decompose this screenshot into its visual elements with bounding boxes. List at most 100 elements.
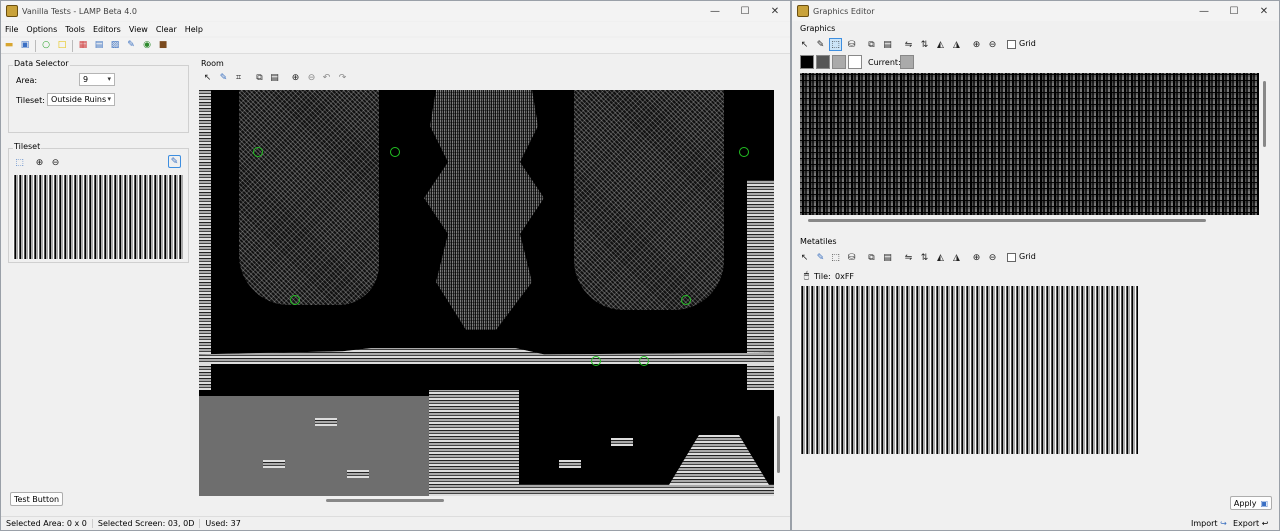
fill-bucket-icon[interactable]: ⛁: [845, 38, 858, 51]
menu-tools[interactable]: Tools: [61, 25, 89, 34]
paste-icon[interactable]: ▤: [881, 38, 894, 51]
zoom-in-icon[interactable]: ⊕: [289, 71, 302, 84]
fill-bucket-icon[interactable]: ⛁: [845, 251, 858, 264]
menu-clear[interactable]: Clear: [152, 25, 181, 34]
copy-icon[interactable]: ⧉: [253, 71, 266, 84]
pencil-icon[interactable]: ✎: [814, 38, 827, 51]
status-selected-area: Selected Area: 0 x 0: [1, 519, 93, 528]
zoom-out-icon[interactable]: ⊖: [986, 38, 999, 51]
rotate-right-icon[interactable]: ◮: [950, 251, 963, 264]
grid-checkbox[interactable]: [1007, 40, 1016, 49]
pencil-icon[interactable]: ✎: [217, 71, 230, 84]
status-selected-screen: Selected Screen: 03, 0D: [93, 519, 201, 528]
open-folder-icon[interactable]: ▬: [3, 40, 15, 52]
rotate-left-icon[interactable]: ◭: [934, 251, 947, 264]
tileset-preview[interactable]: [13, 175, 183, 259]
menu-editors[interactable]: Editors: [89, 25, 125, 34]
paint-icon[interactable]: ✎: [125, 40, 137, 52]
room-canvas[interactable]: [199, 90, 774, 496]
enemy-spawn-marker[interactable]: [253, 147, 263, 157]
graphics-sheet-canvas[interactable]: [800, 73, 1259, 215]
room-scrollbar-vertical[interactable]: [777, 416, 780, 473]
main-toolbar: ▬ ▣ ○ □ ▦ ▤ ▨ ✎ ◉ ■: [1, 38, 790, 54]
select-region-icon[interactable]: ⬚: [829, 38, 842, 51]
area-label: Area:: [16, 76, 38, 85]
status-bar: Selected Area: 0 x 0 Selected Screen: 03…: [1, 516, 790, 530]
pointer-icon[interactable]: ↖: [798, 38, 811, 51]
test-button[interactable]: Test Button: [10, 492, 63, 506]
graphics-scrollbar-vertical[interactable]: [1263, 81, 1266, 147]
image-icon[interactable]: ▨: [109, 40, 121, 52]
save-icon[interactable]: ▣: [19, 40, 31, 52]
tile-value: 0xFF: [835, 272, 855, 281]
menu-options[interactable]: Options: [22, 25, 61, 34]
leaf-icon[interactable]: ◉: [141, 40, 153, 52]
zoom-in-icon[interactable]: ⊕: [970, 251, 983, 264]
rotate-right-icon[interactable]: ◮: [950, 38, 963, 51]
metatile-grid-checkbox[interactable]: [1007, 253, 1016, 262]
zoom-in-icon[interactable]: ⊕: [970, 38, 983, 51]
flip-vertical-icon[interactable]: ⇅: [918, 251, 931, 264]
copy-icon[interactable]: ⧉: [865, 251, 878, 264]
menu-file[interactable]: File: [1, 25, 22, 34]
maximize-icon[interactable]: ☐: [730, 1, 760, 21]
metatiles-canvas[interactable]: [800, 286, 1138, 454]
pencil-icon[interactable]: ✎: [814, 251, 827, 264]
palette-color-2[interactable]: [832, 55, 846, 69]
tileset-select[interactable]: Outside Ruins ▾: [47, 93, 115, 106]
palette-icon[interactable]: ▦: [77, 40, 89, 52]
metatiles-toolbar: ↖ ✎ ⬚ ⛁ ⧉ ▤ ⇋ ⇅ ◭ ◮ ⊕ ⊖ Grid: [798, 250, 1058, 265]
crop-select-icon[interactable]: ⌗: [232, 71, 245, 84]
tileset-label: Tileset:: [16, 96, 45, 105]
zoom-in-icon[interactable]: ⊕: [33, 156, 46, 169]
menu-help[interactable]: Help: [181, 25, 207, 34]
paste-icon[interactable]: ▤: [881, 251, 894, 264]
chest-icon[interactable]: ■: [157, 40, 169, 52]
close-icon[interactable]: ✕: [760, 1, 790, 21]
area-select[interactable]: 9 ▾: [79, 73, 115, 86]
pointer-icon[interactable]: ↖: [201, 71, 214, 84]
import-icon: ↪: [1220, 519, 1227, 528]
enemy-spawn-marker[interactable]: [639, 356, 649, 366]
palette-color-1[interactable]: [816, 55, 830, 69]
flip-horizontal-icon[interactable]: ⇋: [902, 251, 915, 264]
paste-icon[interactable]: ▤: [268, 71, 281, 84]
chevron-down-icon: ▾: [107, 75, 111, 83]
zoom-out-icon[interactable]: ⊖: [49, 156, 62, 169]
metatile-grid-label: Grid: [1019, 252, 1036, 261]
import-button[interactable]: Import ↪: [1191, 519, 1227, 528]
pointer-icon[interactable]: ↖: [798, 251, 811, 264]
zoom-out-icon[interactable]: ⊖: [305, 71, 318, 84]
close-icon[interactable]: ✕: [1249, 1, 1279, 21]
palette-color-0[interactable]: [800, 55, 814, 69]
redo-icon[interactable]: ↷: [336, 71, 349, 84]
enemy-spawn-marker[interactable]: [390, 147, 400, 157]
apply-button[interactable]: Apply ▣: [1230, 496, 1272, 510]
square-tool-icon[interactable]: □: [56, 40, 68, 52]
minimize-icon[interactable]: —: [700, 1, 730, 21]
copy-icon[interactable]: ⧉: [865, 38, 878, 51]
graphics-scrollbar-horizontal[interactable]: [808, 219, 1206, 222]
tiles-icon[interactable]: ▤: [93, 40, 105, 52]
undo-icon[interactable]: ↶: [320, 71, 333, 84]
maximize-icon[interactable]: ☐: [1219, 1, 1249, 21]
minimize-icon[interactable]: —: [1189, 1, 1219, 21]
current-label: Current:: [868, 58, 901, 67]
rotate-left-icon[interactable]: ◭: [934, 38, 947, 51]
tileset-value: Outside Ruins: [51, 95, 107, 104]
flip-horizontal-icon[interactable]: ⇋: [902, 38, 915, 51]
palette-color-3[interactable]: [848, 55, 862, 69]
enemy-spawn-marker[interactable]: [739, 147, 749, 157]
select-region-icon[interactable]: ⬚: [829, 251, 842, 264]
export-button[interactable]: Export ↩: [1233, 519, 1268, 528]
tile-select-icon[interactable]: ⬚: [13, 156, 26, 169]
enemy-spawn-marker[interactable]: [591, 356, 601, 366]
room-scrollbar-horizontal[interactable]: [326, 499, 444, 502]
flip-vertical-icon[interactable]: ⇅: [918, 38, 931, 51]
enemy-spawn-marker[interactable]: [290, 295, 300, 305]
circle-tool-icon[interactable]: ○: [40, 40, 52, 52]
zoom-out-icon[interactable]: ⊖: [986, 251, 999, 264]
edit-pencil-icon[interactable]: ✎: [168, 155, 181, 168]
enemy-spawn-marker[interactable]: [681, 295, 691, 305]
menu-view[interactable]: View: [125, 25, 152, 34]
